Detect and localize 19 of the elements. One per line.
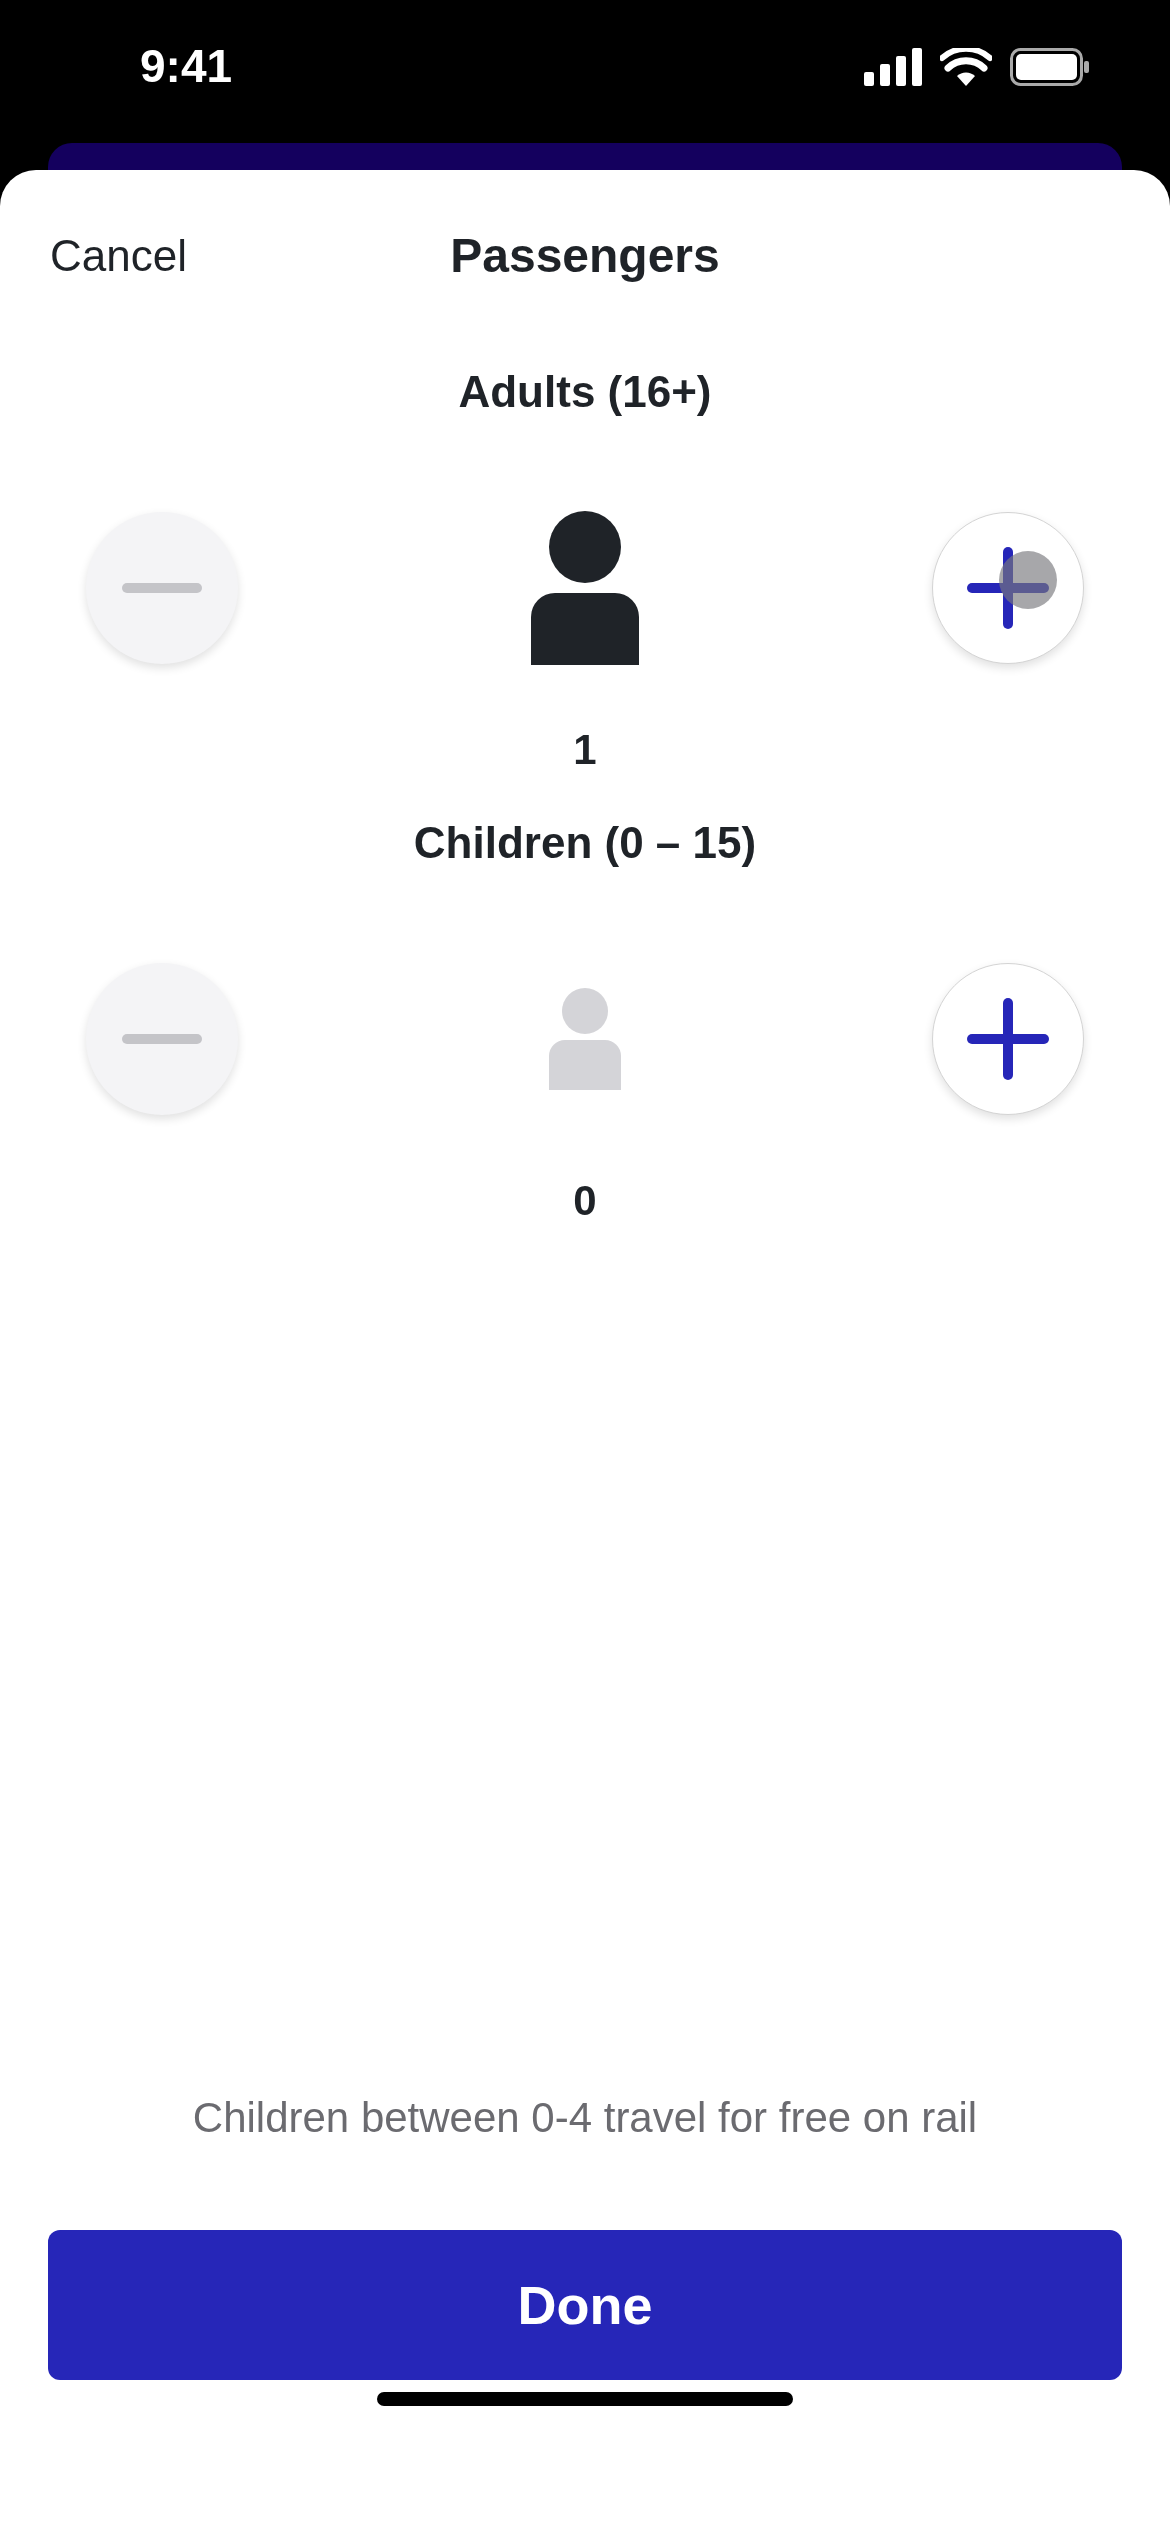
status-time: 9:41 xyxy=(140,39,233,94)
wifi-icon xyxy=(940,47,992,86)
plus-icon xyxy=(967,547,1049,629)
signal-icon xyxy=(864,47,922,86)
person-icon xyxy=(531,511,639,665)
minus-icon xyxy=(122,1034,202,1044)
touch-indicator xyxy=(999,551,1057,609)
plus-icon xyxy=(967,998,1049,1080)
minus-icon xyxy=(122,583,202,593)
free-travel-note: Children between 0-4 travel for free on rail xyxy=(191,2093,979,2143)
battery-icon xyxy=(1010,47,1090,86)
group-label: Adults (16+) xyxy=(458,366,712,418)
cancel-button[interactable]: Cancel xyxy=(50,226,187,286)
passenger-count: 0 xyxy=(573,1176,597,1226)
group-label: Children (0 – 15) xyxy=(413,817,757,869)
sheet-title: Passengers xyxy=(450,228,720,284)
passenger-count: 1 xyxy=(573,725,597,775)
person-icon xyxy=(549,988,621,1090)
done-button[interactable]: Done xyxy=(48,2230,1122,2380)
